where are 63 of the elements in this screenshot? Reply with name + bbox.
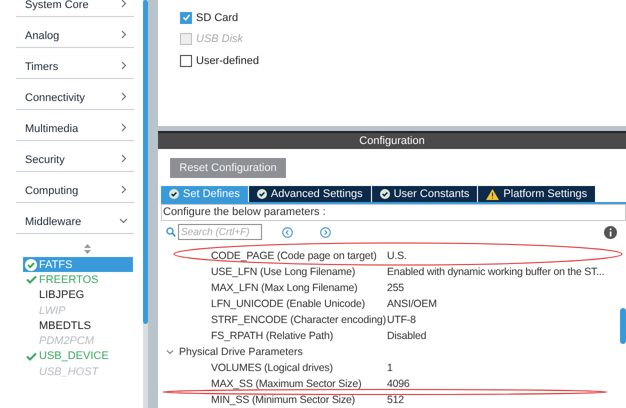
checkbox-label: USB Disk [196,33,244,46]
search-icon [166,227,176,237]
sort-icon[interactable] [84,244,91,254]
tab[interactable]: Advanced Settings [248,186,371,202]
parameter-value[interactable]: 1 [387,362,393,374]
parameter-name[interactable]: CODE_PAGE (Code page on target) [211,250,387,262]
component-item[interactable]: MBEDTLS [23,318,133,334]
scrollbar-thumb[interactable] [143,0,148,324]
chevron-down-icon [166,348,174,356]
previous-icon[interactable] [282,226,293,238]
chevron-right-icon [119,61,128,70]
scrollbar-thumb[interactable] [620,308,626,344]
parameter-value[interactable]: UTF-8 [387,314,416,326]
parameter-value[interactable]: 512 [387,394,404,406]
warning-icon [486,188,500,200]
category-item[interactable]: Middleware [16,203,134,234]
parameter-name[interactable]: MAX_LFN (Max Long Filename) [211,282,387,294]
parameter-value[interactable]: Enabled with dynamic working buffer on the ST... [387,266,604,278]
chevron-down-icon [119,216,128,225]
check-icon [26,275,36,284]
checkbox-label: User-defined [196,54,259,67]
category-item[interactable]: Security [16,141,134,172]
group-header[interactable]: Physical Drive Parameters [161,344,620,360]
parameter-name[interactable]: STRF_ENCODE (Character encoding) [211,314,387,326]
checkbox[interactable] [180,54,192,67]
check-circle-icon [169,189,179,199]
chevron-right-icon [119,185,128,194]
next-icon[interactable] [320,226,331,238]
chevron-right-icon [119,30,128,39]
check-circle-icon [380,189,390,199]
check-circle-icon [256,189,267,199]
parameter-name[interactable]: MAX_SS (Maximum Sector Size) [211,378,387,390]
check-circle-icon [25,258,37,271]
checkbox-label: SD Card [196,12,238,24]
category-item[interactable]: Connectivity [16,79,134,110]
panel-header: Configuration [158,131,626,149]
tab[interactable]: User Constants [372,186,478,202]
check-icon [26,352,36,361]
category-item[interactable]: Analog [16,17,134,48]
tab[interactable]: Platform Settings [478,186,596,202]
search-field[interactable]: Search (Crtl+F) [178,224,262,240]
component-item[interactable]: LIBJPEG [23,288,133,303]
parameter-name[interactable]: USE_LFN (Use Long Filename) [211,266,387,278]
category-item[interactable]: System Core [16,0,134,17]
category-item[interactable]: Multimedia [16,110,134,141]
chevron-right-icon [119,154,128,163]
info-icon[interactable] [604,226,617,238]
parameter-value[interactable]: U.S. [387,250,407,262]
parameter-value[interactable]: 4096 [387,378,410,390]
chevron-right-icon [119,123,128,132]
parameter-value[interactable]: Disabled [387,330,426,342]
parameter-name[interactable]: VOLUMES (Logical drives) [211,362,387,374]
parameter-name[interactable]: FS_RPATH (Relative Path) [211,330,387,342]
checkbox[interactable] [180,12,192,24]
chevron-right-icon [119,0,128,8]
category-item[interactable]: Timers [16,48,134,79]
chevron-right-icon [119,92,128,101]
parameter-value[interactable]: 255 [387,282,404,294]
parameter-name[interactable]: LFN_UNICODE (Enable Unicode) [211,298,387,310]
hint-text: Configure the below parameters : [161,204,626,221]
parameter-value[interactable]: ANSI/OEM [387,298,437,310]
category-item[interactable]: Computing [16,172,134,203]
parameter-name[interactable]: MIN_SS (Minimum Sector Size) [211,394,387,406]
